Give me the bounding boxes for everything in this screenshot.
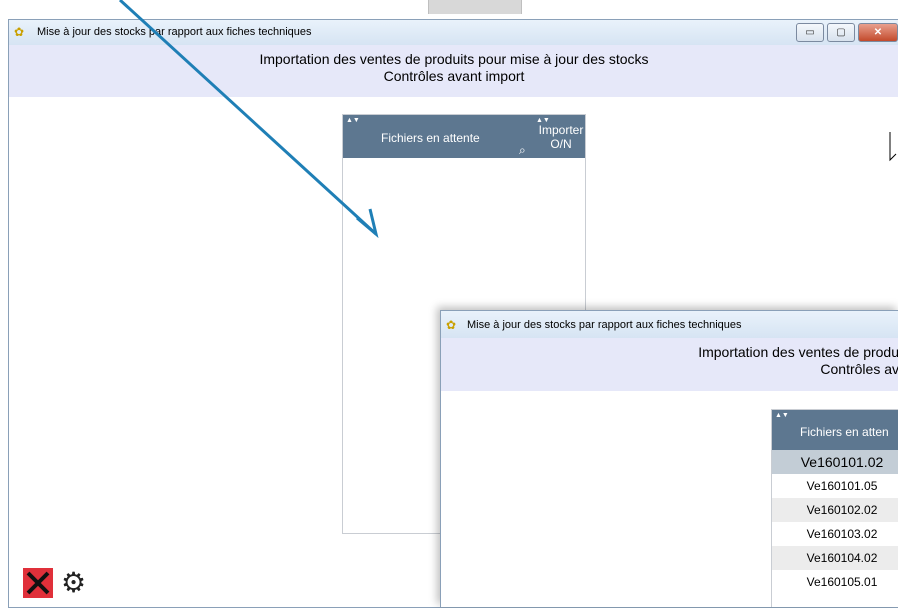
table-row[interactable]: Ve160102.02 [772,498,898,522]
table-row-selected[interactable]: Ve160101.02 [772,450,898,474]
grid-header: ▲▼ Fichiers en attente ⌕ ▲▼ Importer O/N [343,115,585,158]
col-import-label: Importer [538,123,584,137]
header-title: Importation des ventes de produits pour … [259,51,649,67]
main-window-title: Mise à jour des stocks par rapport aux f… [37,26,312,38]
table-row[interactable]: Ve160104.02 [772,546,898,570]
app-icon-2: ✿ [446,318,457,332]
table-row[interactable]: Ve160103.02 [772,522,898,546]
col-files-header[interactable]: Fichiers en attente [381,131,480,145]
second-header: Importation des ventes de produ Contrôle… [441,338,898,391]
sort-icon[interactable]: ▲▼ [346,117,360,124]
header-subtitle: Contrôles avant import [383,68,525,84]
second-files-grid: ▲▼ Fichiers en atten Ve160101.02 Ve16010… [771,409,898,607]
second-window-titlebar[interactable]: ✿ Mise à jour des stocks par rapport aux… [441,311,898,338]
col-import-sublabel: O/N [550,137,572,151]
second-col-files-header[interactable]: Fichiers en atten [800,425,889,439]
close-window-button[interactable]: ✕ [858,23,898,42]
search-icon[interactable]: ⌕ [519,143,526,158]
background-window-fragment [428,0,522,14]
minimize-button[interactable]: ▭ [796,23,824,42]
second-grid-header: ▲▼ Fichiers en atten [772,410,898,450]
app-icon: ✿ [14,25,25,39]
second-window: ✿ Mise à jour des stocks par rapport aux… [440,310,898,607]
main-window-titlebar[interactable]: ✿ Mise à jour des stocks par rapport aux… [9,20,898,45]
second-header-subtitle: Contrôles av [820,361,898,377]
table-row[interactable]: Ve160101.05 [772,474,898,498]
second-header-title: Importation des ventes de produ [698,344,898,360]
second-window-title: Mise à jour des stocks par rapport aux f… [467,319,742,331]
table-row[interactable]: Ve160105.01 [772,570,898,594]
col-import-header[interactable]: Importer O/N [537,123,585,151]
maximize-button[interactable]: ▢ [827,23,855,42]
sort-icon-3[interactable]: ▲▼ [775,412,789,419]
main-header: Importation des ventes de produits pour … [9,45,898,97]
gear-icon[interactable]: ⚙ [61,567,86,599]
close-icon[interactable] [23,568,53,598]
